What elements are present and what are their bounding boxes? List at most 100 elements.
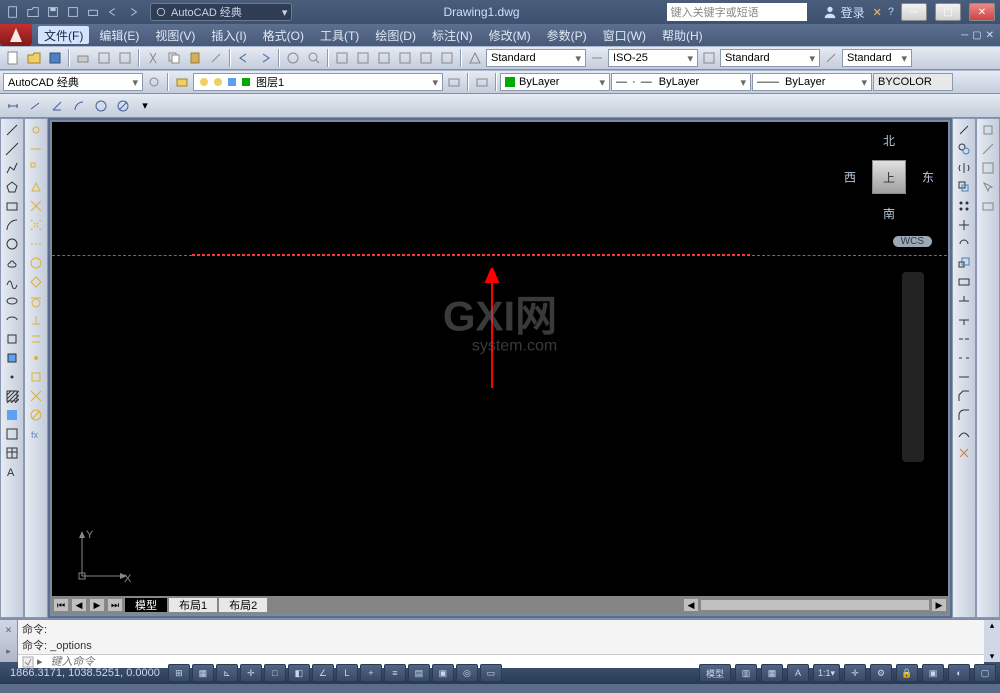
wcs-badge[interactable]: WCS [893, 236, 932, 247]
insert-icon[interactable] [26, 368, 46, 386]
lwt-button[interactable]: ≡ [384, 664, 406, 682]
dim-linear-icon[interactable] [3, 96, 23, 116]
viewcube[interactable]: 北 南 西 东 上 [844, 132, 934, 222]
lineweight-dropdown[interactable]: —— ByLayer▾ [752, 73, 872, 91]
region-icon[interactable] [2, 425, 22, 443]
osnap-button[interactable]: □ [264, 664, 286, 682]
break-icon[interactable] [954, 349, 974, 367]
ellipse-icon[interactable] [2, 292, 22, 310]
temp-track-icon[interactable] [26, 121, 46, 139]
menu-edit[interactable]: 编辑(E) [91, 24, 147, 46]
intersection-icon[interactable] [26, 197, 46, 215]
quadrant-icon[interactable] [26, 273, 46, 291]
dc-icon[interactable] [353, 48, 373, 68]
make-block-icon[interactable] [2, 349, 22, 367]
lock-ui-icon[interactable]: 🔒 [896, 664, 918, 682]
scroll-up-icon[interactable]: ▴ [990, 620, 995, 631]
qp-button[interactable]: ▣ [432, 664, 454, 682]
array-icon[interactable] [954, 197, 974, 215]
center-icon[interactable] [26, 254, 46, 272]
trim-icon[interactable] [954, 292, 974, 310]
help-icon[interactable]: ? [888, 6, 894, 18]
drawing-area[interactable]: GXI网system.com 北 南 西 东 上 WCS Y [50, 120, 950, 616]
constraint-icon[interactable] [978, 121, 998, 139]
dimstyle-dropdown[interactable]: ISO-25▾ [608, 49, 698, 67]
new-icon[interactable] [3, 48, 23, 68]
join-icon[interactable] [954, 368, 974, 386]
print-icon[interactable] [84, 3, 102, 21]
layer-states-icon[interactable] [978, 197, 998, 215]
anno-scale-value[interactable]: 1:1▾ [813, 664, 840, 682]
undo-icon[interactable] [104, 3, 122, 21]
dim-arc-icon[interactable] [69, 96, 89, 116]
menu-tools[interactable]: 工具(T) [312, 24, 367, 46]
select-icon[interactable] [978, 178, 998, 196]
pan-icon[interactable] [904, 304, 922, 322]
sc-button[interactable]: ◎ [456, 664, 478, 682]
xline-icon[interactable] [2, 140, 22, 158]
mleader-icon[interactable] [821, 48, 841, 68]
gear-icon[interactable] [144, 72, 164, 92]
anno-visibility-icon[interactable]: ✛ [844, 664, 866, 682]
ducs-button[interactable]: L [336, 664, 358, 682]
erase-icon[interactable] [954, 121, 974, 139]
doc-close-icon[interactable]: ✕ [986, 30, 994, 41]
textstyle-dropdown[interactable]: Standard▾ [486, 49, 586, 67]
close-icon[interactable]: ✕ [5, 625, 13, 636]
login-button[interactable]: 登录 [823, 4, 865, 21]
snap-mode-button[interactable]: ⊞ [168, 664, 190, 682]
color-dropdown[interactable]: ByLayer▾ [500, 73, 610, 91]
polar-button[interactable]: ✛ [240, 664, 262, 682]
doc-restore-icon[interactable]: ▢ [972, 30, 981, 41]
ortho-button[interactable]: ⊾ [216, 664, 238, 682]
print-icon[interactable] [73, 48, 93, 68]
menu-window[interactable]: 窗口(W) [595, 24, 654, 46]
app-logo[interactable] [0, 24, 32, 46]
new-icon[interactable] [4, 3, 22, 21]
scroll-down-icon[interactable]: ▾ [990, 651, 995, 662]
from-icon[interactable] [26, 140, 46, 158]
hardware-accel-icon[interactable]: ▣ [922, 664, 944, 682]
extension-icon[interactable] [26, 235, 46, 253]
mleaderstyle-dropdown[interactable]: Standard▾ [842, 49, 912, 67]
arc-icon[interactable] [2, 216, 22, 234]
search-input[interactable]: 键入关键字或短语 [667, 3, 807, 21]
dim-diameter-icon[interactable] [113, 96, 133, 116]
linetype-dropdown[interactable]: — · — ByLayer▾ [611, 73, 751, 91]
markup-icon[interactable] [416, 48, 436, 68]
maximize-button[interactable]: ▢ [935, 3, 961, 21]
tangent-icon[interactable] [26, 292, 46, 310]
rectangle-icon[interactable] [2, 197, 22, 215]
osnap-settings-icon[interactable]: fx [26, 425, 46, 443]
am-button[interactable]: ▭ [480, 664, 502, 682]
tab-next-icon[interactable]: ▶ [89, 598, 105, 612]
tab-layout2[interactable]: 布局2 [218, 597, 268, 613]
redo-icon[interactable] [124, 3, 142, 21]
table-icon[interactable] [2, 444, 22, 462]
mtext-icon[interactable]: A [2, 463, 22, 481]
clean-screen-icon[interactable]: ▢ [974, 664, 996, 682]
navigation-bar[interactable] [902, 272, 924, 462]
zoom-icon[interactable] [304, 48, 324, 68]
node-icon[interactable] [26, 349, 46, 367]
scale-icon[interactable] [954, 254, 974, 272]
chevron-icon[interactable]: ▸ [6, 646, 11, 657]
tpy-button[interactable]: ▤ [408, 664, 430, 682]
3dosnap-button[interactable]: ◧ [288, 664, 310, 682]
orbit-icon[interactable] [904, 356, 922, 374]
saveas-icon[interactable] [64, 3, 82, 21]
publish-icon[interactable] [115, 48, 135, 68]
quickview-drawings-icon[interactable]: ▦ [761, 664, 783, 682]
tab-prev-icon[interactable]: ◀ [71, 598, 87, 612]
dim-angular-icon[interactable] [47, 96, 67, 116]
chamfer-icon[interactable] [954, 387, 974, 405]
redo-icon[interactable] [255, 48, 275, 68]
menu-view[interactable]: 视图(V) [147, 24, 203, 46]
open-icon[interactable] [24, 48, 44, 68]
command-handle[interactable]: ✕ ▸ [0, 620, 18, 662]
cut-icon[interactable] [143, 48, 163, 68]
group-icon[interactable] [978, 159, 998, 177]
workspace-dd2[interactable]: AutoCAD 经典▾ [3, 73, 143, 91]
doc-minimize-icon[interactable]: ─ [961, 30, 968, 41]
anno-icon[interactable] [465, 48, 485, 68]
